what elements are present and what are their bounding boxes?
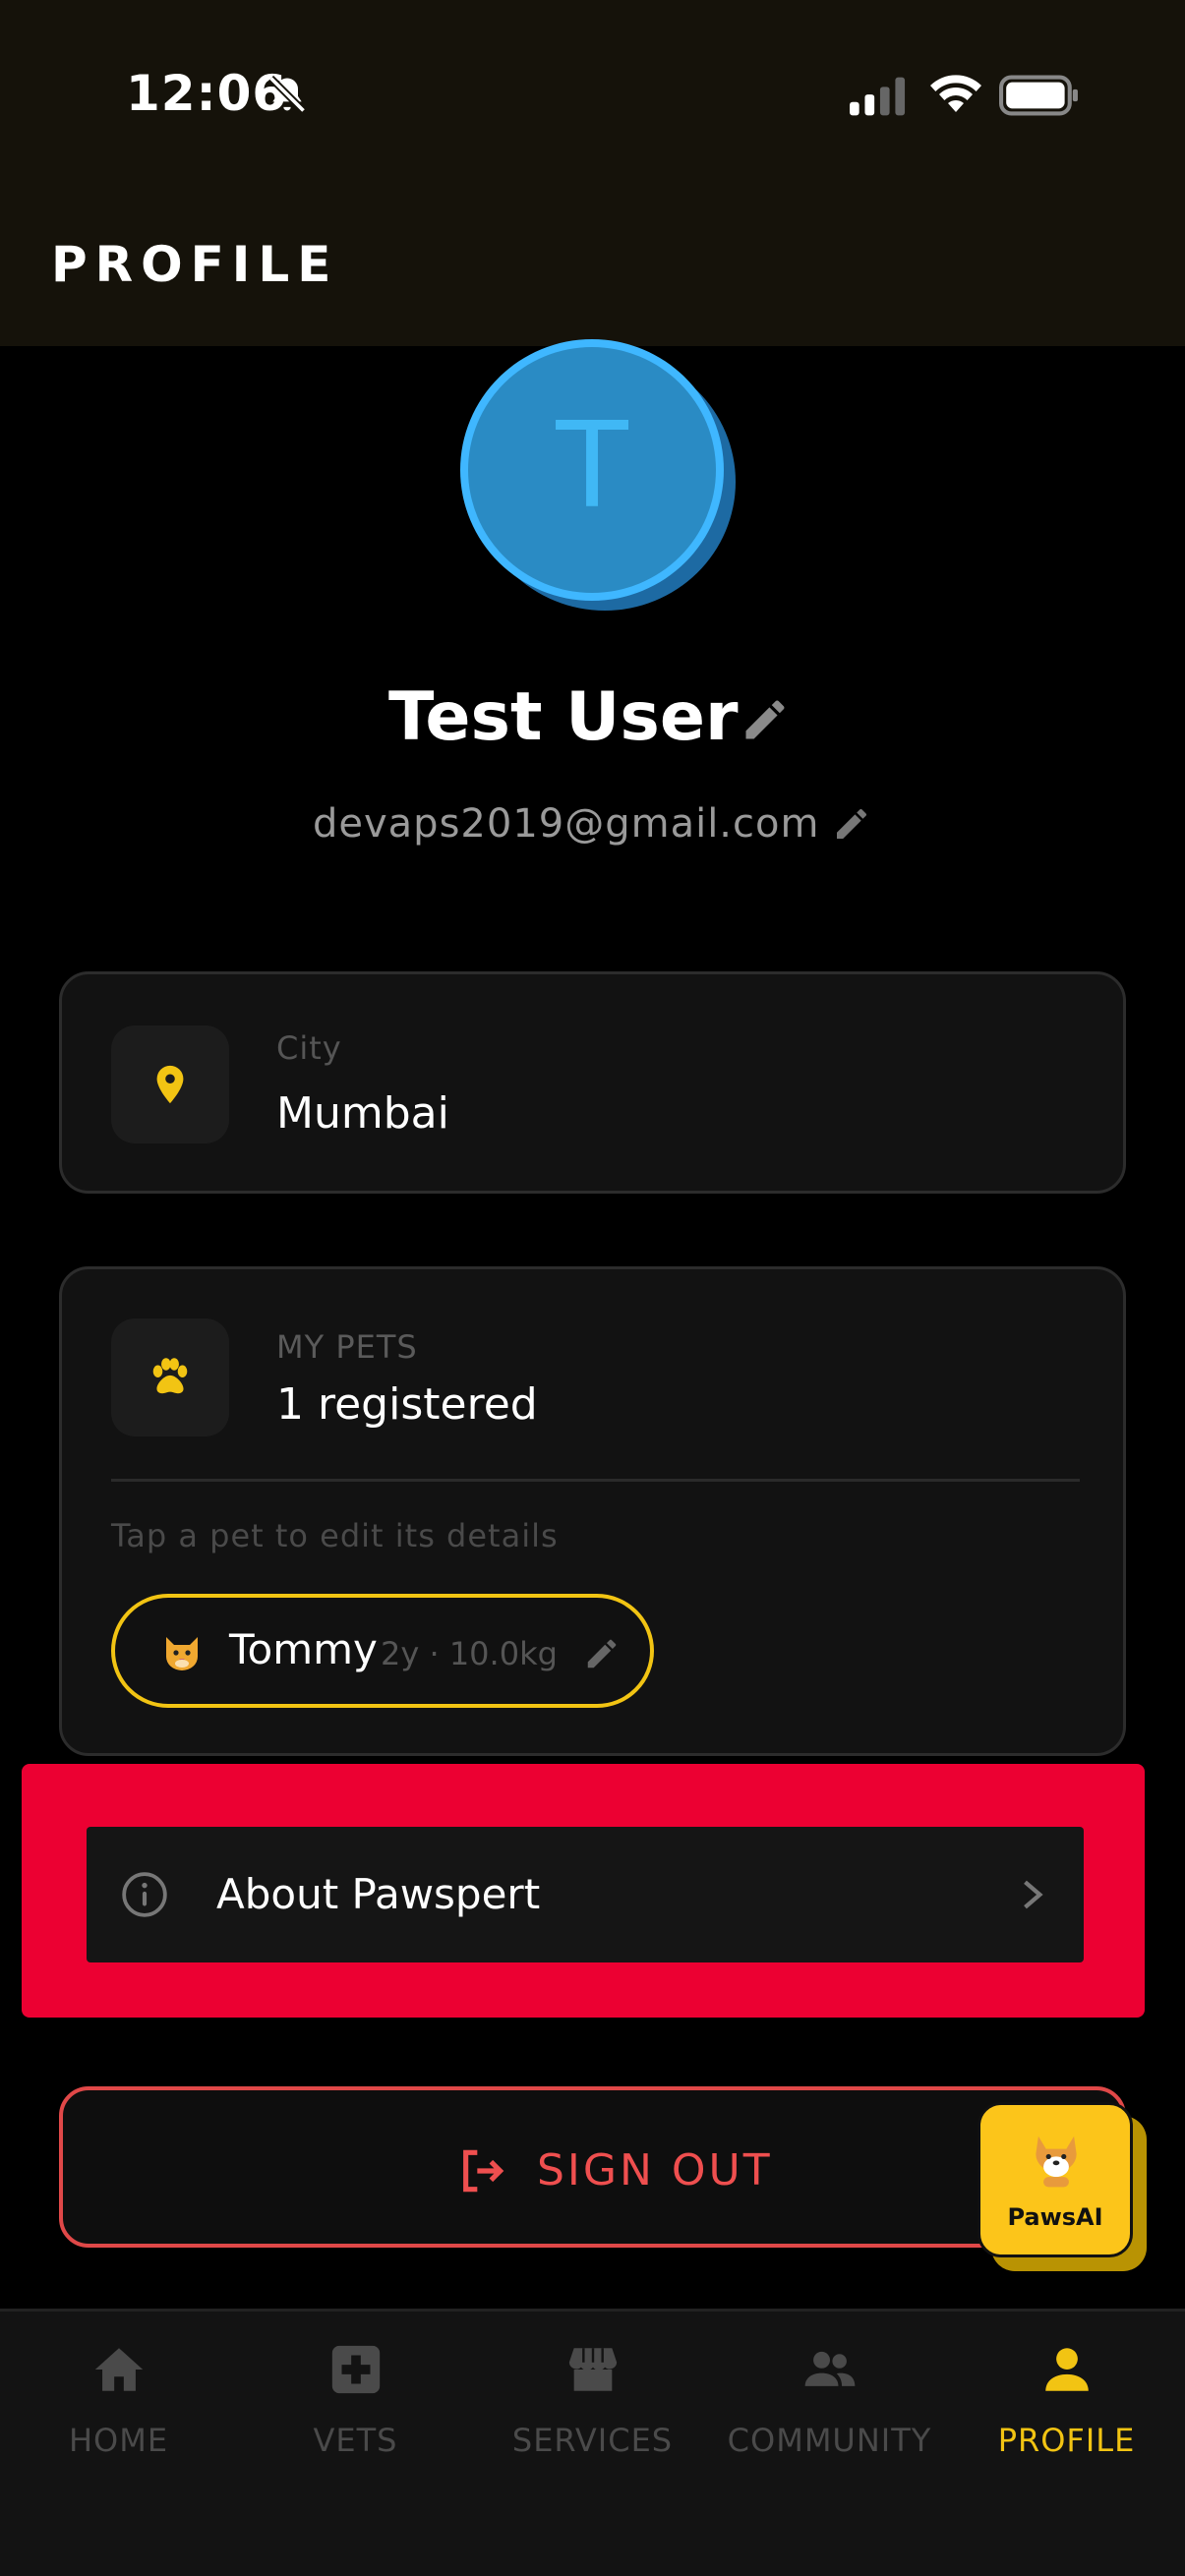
avatar-initial: T bbox=[556, 397, 628, 535]
tab-home[interactable]: HOME bbox=[0, 2312, 237, 2508]
tab-community[interactable]: COMMUNITY bbox=[711, 2312, 948, 2508]
tab-label: PROFILE bbox=[997, 2422, 1136, 2459]
pets-hint: Tap a pet to edit its details bbox=[111, 1517, 559, 1554]
tab-label: VETS bbox=[313, 2422, 398, 2459]
people-icon bbox=[804, 2351, 856, 2386]
user-email: devaps2019@gmail.com bbox=[313, 801, 820, 847]
home-icon bbox=[94, 2348, 144, 2391]
status-time: 12:06 bbox=[126, 65, 288, 122]
tab-label: HOME bbox=[68, 2422, 169, 2459]
tab-label: SERVICES bbox=[511, 2422, 674, 2459]
edit-email-pencil-icon[interactable] bbox=[832, 804, 871, 844]
pet-chip-tommy[interactable]: Tommy 2y · 10.0kg bbox=[111, 1594, 654, 1708]
city-value: Mumbai bbox=[276, 1088, 449, 1139]
medical-cross-icon bbox=[331, 2345, 381, 2394]
tab-label: COMMUNITY bbox=[727, 2422, 932, 2459]
pets-count: 1 registered bbox=[276, 1379, 538, 1430]
about-pawspert-row[interactable]: About Pawspert bbox=[87, 1827, 1084, 1962]
cellular-signal-icon bbox=[850, 77, 906, 116]
city-icon-tile bbox=[111, 1025, 229, 1143]
avatar-circle: T bbox=[460, 339, 724, 601]
logout-icon bbox=[463, 2149, 504, 2193]
info-icon bbox=[122, 1872, 167, 1917]
paw-icon bbox=[152, 1358, 188, 1394]
pets-card: MY PETS 1 registered Tap a pet to edit i… bbox=[59, 1266, 1126, 1756]
status-bar: 12:06 bbox=[0, 0, 1185, 187]
pawsai-fab[interactable]: PawsAI bbox=[978, 2102, 1133, 2257]
sign-out-button[interactable]: SIGN OUT bbox=[59, 2086, 1126, 2248]
corgi-icon bbox=[1036, 2136, 1077, 2188]
tab-profile[interactable]: PROFILE bbox=[948, 2312, 1185, 2508]
pets-divider bbox=[111, 1479, 1080, 1482]
edit-name-pencil-icon[interactable] bbox=[740, 694, 791, 745]
about-label: About Pawspert bbox=[216, 1870, 541, 1918]
avatar[interactable]: T bbox=[460, 339, 736, 613]
bottom-tab-bar: HOME VETS SERVICES COMMUNITY PROFILE bbox=[0, 2309, 1185, 2576]
app-header: PROFILE bbox=[0, 187, 1185, 346]
user-name: Test User bbox=[388, 678, 739, 756]
city-label: City bbox=[276, 1029, 342, 1067]
storefront-icon bbox=[568, 2348, 618, 2391]
edit-pet-pencil-icon bbox=[587, 1639, 617, 1669]
bell-muted-icon bbox=[267, 75, 307, 114]
pet-meta: 2y · 10.0kg bbox=[381, 1635, 558, 1672]
sign-out-label: SIGN OUT bbox=[537, 2145, 773, 2195]
pets-icon-tile bbox=[111, 1318, 229, 1436]
chevron-right-icon bbox=[1024, 1880, 1043, 1909]
pet-name: Tommy bbox=[229, 1625, 378, 1673]
tab-vets[interactable]: VETS bbox=[237, 2312, 474, 2508]
pets-label: MY PETS bbox=[276, 1328, 418, 1366]
wifi-icon bbox=[930, 75, 981, 112]
person-icon bbox=[1045, 2348, 1089, 2391]
tab-services[interactable]: SERVICES bbox=[474, 2312, 711, 2508]
city-card[interactable]: City Mumbai bbox=[59, 971, 1126, 1194]
battery-icon bbox=[999, 75, 1078, 116]
location-pin-icon bbox=[156, 1065, 184, 1104]
cat-face-icon bbox=[166, 1637, 198, 1670]
page-title: PROFILE bbox=[51, 236, 339, 293]
pawsai-label: PawsAI bbox=[1007, 2203, 1103, 2231]
